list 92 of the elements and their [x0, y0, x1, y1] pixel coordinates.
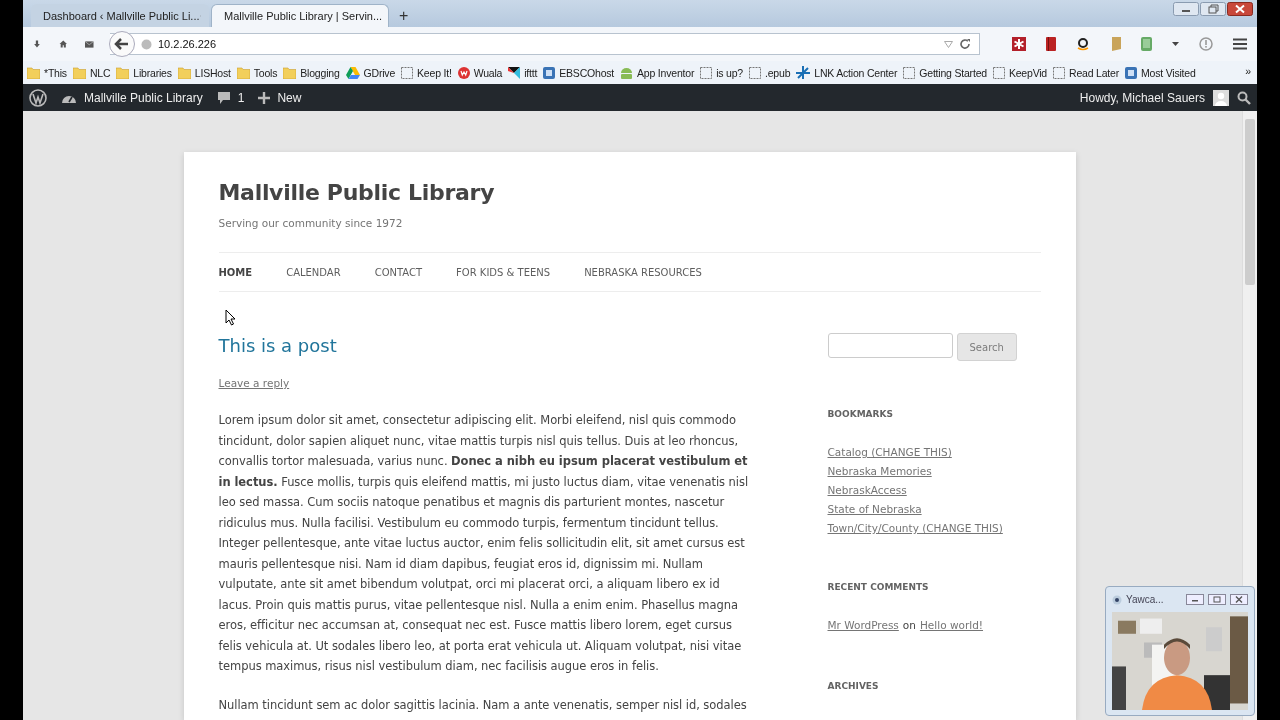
nav-link[interactable]: HOME	[218, 266, 253, 278]
speech-bubble-icon	[216, 90, 231, 105]
bookmark-item[interactable]: GDrive	[345, 66, 396, 79]
search-icon[interactable]	[1237, 90, 1251, 105]
folder-icon	[72, 66, 86, 79]
search-button[interactable]: Search	[956, 333, 1017, 361]
square-icon	[543, 66, 556, 79]
mail-icon[interactable]	[85, 38, 94, 50]
bookmark-item[interactable]: is up?	[700, 66, 743, 79]
site-tagline: Serving our community since 1972	[218, 217, 404, 229]
bookmark-item[interactable]: LISHost	[177, 66, 231, 79]
plus-icon	[258, 91, 271, 104]
page-icon	[992, 66, 1005, 79]
bookmark-item[interactable]: App Inventor	[620, 66, 695, 79]
bookmark-item[interactable]: Wuala	[457, 66, 503, 79]
overflow-button[interactable]: »	[1245, 65, 1251, 77]
post-link[interactable]: Hello world!	[919, 619, 983, 631]
nav-link[interactable]: CONTACT	[374, 266, 423, 278]
bookmark-item[interactable]: *This	[27, 66, 67, 79]
bookmark-item[interactable]: Read Later	[1053, 66, 1119, 79]
site-title[interactable]: Mallville Public Library	[218, 180, 1041, 205]
search-field[interactable]	[827, 333, 953, 358]
new-tab-button[interactable]: +	[391, 4, 417, 27]
bookmark-link[interactable]: Catalog (CHANGE THIS)	[827, 446, 952, 458]
avatar-icon[interactable]	[1213, 89, 1229, 106]
bookmark-link[interactable]: Town/City/County (CHANGE THIS)	[827, 522, 1003, 534]
folder-icon	[236, 66, 250, 79]
folder-icon	[27, 66, 40, 79]
post-paragraph: Nullam tincidunt sem ac dolor sagittis lacinia. Nam a ante venenatis, semper nisl id, sodales	[218, 696, 748, 714]
back-icon[interactable]	[109, 31, 135, 57]
nav-link[interactable]: NEBRASKA RESOURCES	[584, 266, 702, 278]
page-icon	[401, 66, 414, 79]
author-link[interactable]: Mr WordPress	[827, 619, 899, 631]
plane-icon	[796, 66, 811, 79]
bookmark-link[interactable]: State of Nebraska	[827, 503, 922, 515]
bookmark-item[interactable]: ifttt	[508, 66, 538, 79]
page-icon	[903, 66, 916, 79]
square-icon	[1124, 66, 1137, 79]
bookmark-link[interactable]: Nebraska Memories	[827, 465, 932, 477]
bookmark-item[interactable]: NLC	[72, 66, 111, 79]
new-link[interactable]: New	[258, 90, 302, 105]
post-title[interactable]: This is a post	[218, 335, 754, 356]
bookmark-item[interactable]: Tools	[236, 66, 278, 79]
bookmark-item[interactable]: Blogging	[283, 66, 340, 79]
info-icon[interactable]	[1199, 37, 1213, 51]
book-icon[interactable]	[1046, 37, 1056, 51]
browser-tab[interactable]: Dashboard ‹ Mallville Public Li...	[31, 4, 209, 27]
page-icon	[1053, 66, 1065, 79]
nav-link[interactable]: FOR KIDS & TEENS	[456, 266, 551, 278]
comment-connector: on	[902, 619, 916, 631]
bookmark-item[interactable]: Keep It!	[401, 66, 452, 79]
maximize-icon[interactable]	[1208, 594, 1226, 605]
widget-title: ARCHIVES	[827, 681, 880, 691]
menu-icon[interactable]	[1233, 38, 1247, 50]
bookmark-item[interactable]: .epub	[749, 66, 791, 79]
reload-icon[interactable]	[959, 38, 971, 50]
account-link[interactable]: Howdy, Michael Sauers	[1079, 90, 1205, 105]
widget-title: BOOKMARKS	[827, 409, 894, 419]
site-link[interactable]: Mallville Public Library	[61, 90, 203, 105]
minimize-icon[interactable]	[1186, 594, 1204, 605]
leave-reply-link[interactable]: Leave a reply	[218, 377, 754, 389]
bookmark-item[interactable]: EBSCOhost	[543, 66, 615, 79]
page-icon	[749, 66, 761, 79]
asterisk-icon[interactable]	[1012, 37, 1026, 51]
bookmark-item[interactable]: LNK Action Center	[796, 66, 898, 79]
w-circle-icon	[457, 66, 470, 79]
bookmark-link[interactable]: NebraskAccess	[827, 484, 907, 496]
webcam-icon	[1112, 594, 1122, 605]
scrollbar-thumb[interactable]	[1245, 119, 1255, 285]
bookmark-item[interactable]: Most Visited	[1124, 66, 1196, 79]
cursor-icon	[225, 309, 237, 326]
bookmark-item[interactable]: Libraries	[116, 66, 172, 79]
nav-link[interactable]: CALENDAR	[286, 266, 341, 278]
window-title: Yawca...	[1126, 594, 1164, 605]
post-paragraph: Lorem ipsum dolor sit amet, consectetur adipiscing elit. Morbi eleifend, nisl quis commodo tincidunt, dolor sapien aliquet nunc, vitae mattis turpis nisl quis tellus. Duis at leo rhoncus, convallis tortor malesuada, varius nunc. Donec a nibh eu ipsum placerat vestibulum et in lectus. Fusce mollis, turpis quis eleifend mattis, mi justo luctus diam, vitae venenatis nisl leo sed massa. Cum sociis natoque penatibus et magnis dis parturient montes, nascetur ridiculus mus. Nulla facilisi. Vestibulum eu commodo turpis, fermentum tincidunt tellus. Integer pellentesque, ante vitae luctus auctor, enim felis sollicitudin elit, sit amet cursus est mauris pellentesque nisi. Nam id diam dapibus, feugiat eros id, dignissim mi. Nullam vulputate, ante sit amet bibendum volutpat, orci mi placerat orci, a aliquam libero ex id lacus. Proin quis mattis purus, vitae pellentesque nisl. Nulla a enim enim. Phasellus magna eros, efficitur nec accumsan at, consequat nec est. Fusce mattis libero lorem, eget cursus felis vehicula at. Ut sodales libero leo, at porta erat vehicula ut. Aliquam volutpat, nisi vitae tempus maximus, risus nisl vestibulum diam, nec facilisis augue eros in felis.	[218, 412, 750, 675]
comments-link[interactable]: 1	[216, 90, 245, 105]
close-icon[interactable]	[1230, 594, 1248, 605]
folder-icon	[283, 66, 297, 79]
folder-icon	[177, 66, 191, 79]
triangle-icon	[345, 66, 360, 79]
flag-icon	[508, 66, 521, 79]
minimize-icon[interactable]	[1173, 2, 1199, 16]
widget-title: RECENT COMMENTS	[827, 582, 930, 592]
wordpress-icon[interactable]	[29, 88, 47, 107]
close-icon[interactable]	[1227, 2, 1253, 16]
globe-icon	[141, 38, 152, 50]
bookmark-item[interactable]: Getting Started	[903, 66, 987, 79]
page-icon	[700, 66, 713, 79]
bookmark-item[interactable]: KeepVid	[992, 66, 1047, 79]
dropdown-icon[interactable]	[1172, 42, 1179, 46]
browser-tab[interactable]: Mallville Public Library | Servin...	[211, 4, 389, 27]
folder-icon	[116, 66, 130, 79]
